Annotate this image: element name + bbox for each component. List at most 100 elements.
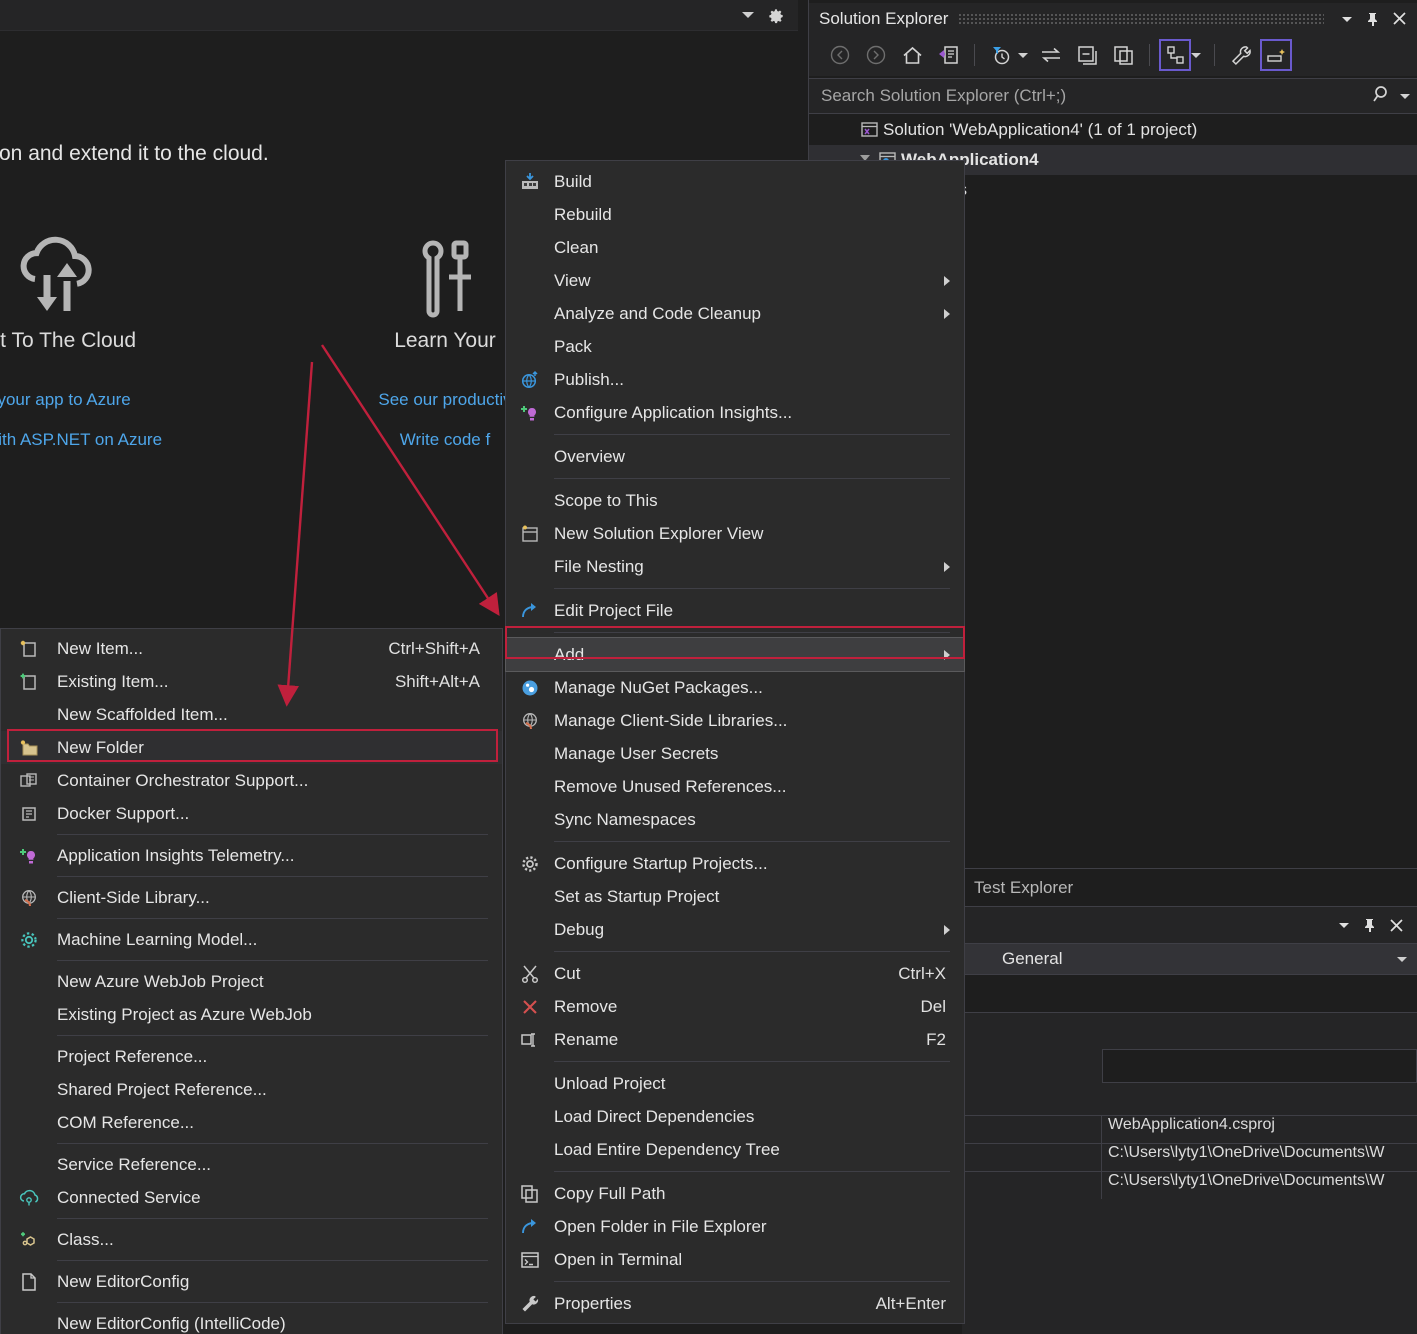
context-menu-item-rebuild[interactable]: Rebuild — [506, 198, 964, 231]
add-menu-item-service-reference[interactable]: Service Reference... — [1, 1148, 502, 1181]
property-row[interactable]: C:\Users\lyty1\OneDrive\Documents\W — [962, 1143, 1417, 1171]
add-menu-item-new-folder[interactable]: New Folder — [1, 731, 502, 764]
property-value[interactable]: C:\Users\lyty1\OneDrive\Documents\W — [1102, 1144, 1417, 1171]
drag-handle-dots[interactable] — [958, 12, 1324, 25]
close-icon[interactable] — [1383, 912, 1409, 938]
context-menu-item-properties[interactable]: Properties Alt+Enter — [506, 1287, 964, 1320]
menu-item-label: Load Entire Dependency Tree — [554, 1139, 780, 1159]
sync-with-active-document-icon[interactable] — [931, 39, 965, 71]
add-menu-item-new-editorconfig[interactable]: New EditorConfig — [1, 1265, 502, 1298]
start-page-link[interactable]: h your app to Azure — [0, 387, 202, 413]
chevron-down-icon[interactable] — [1191, 52, 1201, 58]
menu-item-label: New EditorConfig (IntelliCode) — [57, 1313, 286, 1333]
gear-icon[interactable] — [766, 6, 786, 26]
start-page-link[interactable]: rted with ASP.NET on Azure — [0, 427, 202, 453]
search-solution-explorer[interactable] — [809, 78, 1417, 114]
add-menu-item-connected-service[interactable]: Connected Service — [1, 1181, 502, 1214]
context-menu-item-load-entire-dependency-tree[interactable]: Load Entire Dependency Tree — [506, 1133, 964, 1166]
context-menu-item-analyze-and-code-cleanup[interactable]: Analyze and Code Cleanup — [506, 297, 964, 330]
home-icon[interactable] — [895, 39, 929, 71]
chevron-down-icon[interactable] — [1400, 93, 1410, 99]
property-value[interactable]: WebApplication4.csproj — [1102, 1116, 1417, 1143]
context-menu-item-manage-user-secrets[interactable]: Manage User Secrets — [506, 737, 964, 770]
chevron-down-icon[interactable] — [1397, 956, 1407, 962]
context-menu-item-remove-unused-references[interactable]: Remove Unused References... — [506, 770, 964, 803]
close-icon[interactable] — [1386, 6, 1412, 32]
add-menu-item-new-item[interactable]: New Item... Ctrl+Shift+A — [1, 632, 502, 665]
add-menu-item-shared-project-reference[interactable]: Shared Project Reference... — [1, 1073, 502, 1106]
context-menu-item-edit-project-file[interactable]: Edit Project File — [506, 594, 964, 627]
context-menu-item-load-direct-dependencies[interactable]: Load Direct Dependencies — [506, 1100, 964, 1133]
chevron-down-icon[interactable] — [1018, 52, 1028, 58]
add-menu-item-new-scaffolded-item[interactable]: New Scaffolded Item... — [1, 698, 502, 731]
chevron-down-icon[interactable] — [1331, 912, 1357, 938]
menu-item-label: Remove — [554, 996, 618, 1016]
tree-item[interactable]: Solution 'WebApplication4' (1 of 1 proje… — [809, 115, 1417, 145]
menu-item-shortcut: Del — [920, 996, 946, 1016]
menu-separator — [554, 632, 950, 633]
search-icon[interactable] — [1372, 84, 1392, 109]
add-menu-item-new-azure-webjob-project[interactable]: New Azure WebJob Project — [1, 965, 502, 998]
properties-wrench-icon[interactable] — [1224, 39, 1258, 71]
add-menu-item-container-orchestrator-support[interactable]: Container Orchestrator Support... — [1, 764, 502, 797]
add-menu-item-com-reference[interactable]: COM Reference... — [1, 1106, 502, 1139]
app-insights-icon — [1, 846, 57, 866]
context-menu-item-manage-nuget-packages[interactable]: Manage NuGet Packages... — [506, 671, 964, 704]
context-menu-item-view[interactable]: View — [506, 264, 964, 297]
add-menu-item-docker-support[interactable]: Docker Support... — [1, 797, 502, 830]
context-menu-item-publish[interactable]: Publish... — [506, 363, 964, 396]
context-menu-item-pack[interactable]: Pack — [506, 330, 964, 363]
context-menu-item-sync-namespaces[interactable]: Sync Namespaces — [506, 803, 964, 836]
preview-selected-items-icon[interactable] — [1159, 39, 1191, 71]
context-menu-item-configure-startup-projects[interactable]: Configure Startup Projects... — [506, 847, 964, 880]
pin-icon[interactable] — [1360, 6, 1386, 32]
add-menu-item-existing-project-as-azure-webjob[interactable]: Existing Project as Azure WebJob — [1, 998, 502, 1031]
context-menu-item-remove[interactable]: Remove Del — [506, 990, 964, 1023]
add-menu-item-new-editorconfig-intellicode[interactable]: New EditorConfig (IntelliCode) — [1, 1307, 502, 1334]
context-menu-item-unload-project[interactable]: Unload Project — [506, 1067, 964, 1100]
add-menu-item-client-side-library[interactable]: Client-Side Library... — [1, 881, 502, 914]
context-menu-item-debug[interactable]: Debug — [506, 913, 964, 946]
add-menu-item-machine-learning-model[interactable]: Machine Learning Model... — [1, 923, 502, 956]
add-menu-item-project-reference[interactable]: Project Reference... — [1, 1040, 502, 1073]
chevron-down-icon[interactable] — [1334, 6, 1360, 32]
context-menu-item-overview[interactable]: Overview — [506, 440, 964, 473]
context-menu-item-set-as-startup-project[interactable]: Set as Startup Project — [506, 880, 964, 913]
connected-service-icon — [1, 1188, 57, 1208]
context-menu-item-copy-full-path[interactable]: Copy Full Path — [506, 1177, 964, 1210]
forward-arrow-icon[interactable] — [859, 39, 893, 71]
property-row[interactable]: WebApplication4.csproj — [962, 1115, 1417, 1143]
context-menu-item-scope-to-this[interactable]: Scope to This — [506, 484, 964, 517]
context-menu-item-build[interactable]: Build — [506, 165, 964, 198]
switch-views-icon[interactable] — [1034, 39, 1068, 71]
toolbar-option-icon[interactable] — [1260, 39, 1292, 71]
context-menu-item-new-solution-explorer-view[interactable]: New Solution Explorer View — [506, 517, 964, 550]
properties-value-editor[interactable] — [1102, 1049, 1417, 1083]
chevron-down-icon[interactable] — [742, 12, 754, 18]
context-menu-item-cut[interactable]: Cut Ctrl+X — [506, 957, 964, 990]
menu-item-label: Container Orchestrator Support... — [57, 770, 309, 790]
context-menu-item-manage-client-side-libraries[interactable]: Manage Client-Side Libraries... — [506, 704, 964, 737]
property-row[interactable]: C:\Users\lyty1\OneDrive\Documents\W — [962, 1171, 1417, 1199]
client-side-library-icon — [506, 711, 554, 731]
property-value[interactable]: C:\Users\lyty1\OneDrive\Documents\W — [1102, 1172, 1417, 1199]
add-menu-item-existing-item[interactable]: Existing Item... Shift+Alt+A — [1, 665, 502, 698]
context-menu-item-file-nesting[interactable]: File Nesting — [506, 550, 964, 583]
context-menu-item-rename[interactable]: Rename F2 — [506, 1023, 964, 1056]
context-menu-item-configure-application-insights[interactable]: Configure Application Insights... — [506, 396, 964, 429]
properties-spacer — [962, 975, 1417, 1013]
add-menu-item-application-insights-telemetry[interactable]: Application Insights Telemetry... — [1, 839, 502, 872]
add-menu-item-class[interactable]: Class... — [1, 1223, 502, 1256]
pending-changes-filter-icon[interactable] — [984, 39, 1018, 71]
show-all-files-icon[interactable] — [1106, 39, 1140, 71]
context-menu-item-clean[interactable]: Clean — [506, 231, 964, 264]
tab-test-explorer[interactable]: Test Explorer — [974, 878, 1073, 898]
pin-icon[interactable] — [1357, 912, 1383, 938]
properties-category-selector[interactable]: General — [962, 943, 1417, 975]
back-arrow-icon[interactable] — [823, 39, 857, 71]
context-menu-item-open-in-terminal[interactable]: Open in Terminal — [506, 1243, 964, 1276]
search-input[interactable] — [821, 86, 1372, 106]
collapse-all-icon[interactable] — [1070, 39, 1104, 71]
context-menu-item-add[interactable]: Add — [505, 637, 965, 672]
context-menu-item-open-folder-in-file-explorer[interactable]: Open Folder in File Explorer — [506, 1210, 964, 1243]
